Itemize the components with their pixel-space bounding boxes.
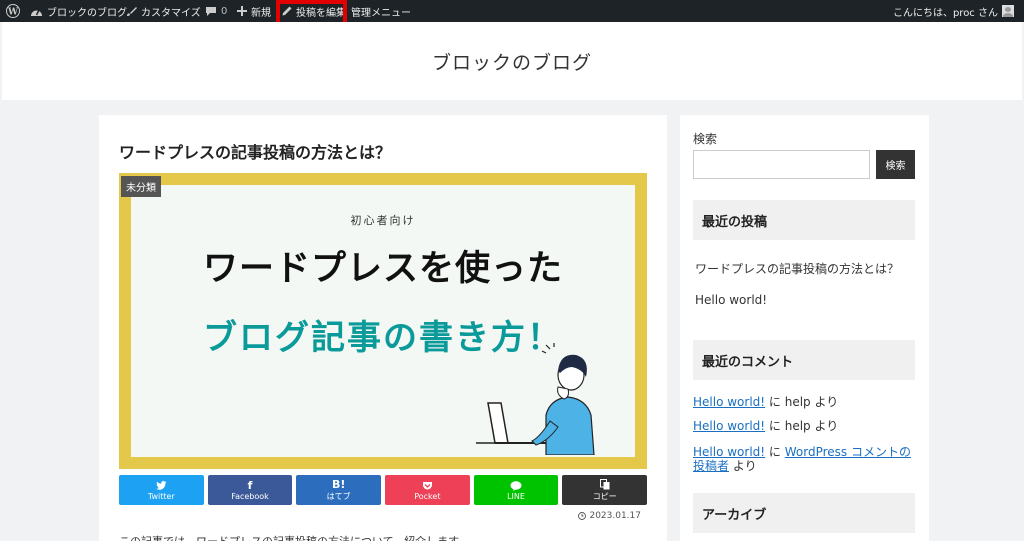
plus-icon [237,6,247,16]
comment-suffix: より [729,459,757,473]
facebook-icon: f [247,478,253,492]
hatena-bookmark-icon: B! [331,477,346,491]
share-line-label: LINE [507,492,525,501]
share-copy-button[interactable]: コピー [562,475,648,505]
admin-bar-account[interactable]: こんにちは、proc さん [893,0,1014,22]
archive-heading: アーカイブ [693,493,915,533]
site-header: ブロックのブログ [2,22,1022,100]
svg-text:W: W [7,8,19,18]
admin-bar-customize[interactable]: カスタマイズ [126,0,201,22]
post-title: ワードプレスの記事投稿の方法とは？ [119,143,392,162]
post-excerpt: この記事では、ワードプレスの記事投稿の方法について、紹介します。 [119,533,469,541]
wordpress-logo-menu[interactable]: W [6,0,20,22]
post-date-text: 2023.01.17 [589,511,641,521]
share-facebook-button[interactable]: f Facebook [207,475,293,505]
recent-comment-item: Hello world! に help より [693,395,915,409]
sidebar: 検索 検索 最近の投稿 ワードプレスの記事投稿の方法とは？ Hello worl… [680,115,929,541]
recent-post-link[interactable]: Hello world! [695,293,767,307]
admin-bar-site-label: ブロックのブログ [47,7,127,19]
share-facebook-label: Facebook [231,492,269,501]
recent-comment-item: Hello world! に WordPress コメントの投稿者 より [693,445,915,473]
line-icon [510,479,522,492]
share-twitter-label: Twitter [147,492,175,501]
recent-posts-heading: 最近の投稿 [693,200,915,240]
comment-post-link[interactable]: Hello world! [693,445,765,459]
clock-icon [578,512,587,520]
search-button[interactable]: 検索 [876,150,915,179]
admin-bar: W ブロックのブログ カスタマイズ 0 新規 投稿を編集 管理メニュー こんにち… [0,0,1024,22]
twitter-icon [155,479,167,492]
comment-connector: に [765,419,785,433]
comment-suffix: より [810,395,839,409]
copy-icon [599,478,610,491]
person-laptop-illustration [476,343,595,455]
pocket-icon [422,479,433,492]
share-hatebu-label: はてブ [326,492,351,501]
comment-connector: に [765,445,785,459]
comment-author: help [784,395,811,409]
share-hatebu-button[interactable]: B! はてブ [296,475,382,505]
main-article: ワードプレスの記事投稿の方法とは？ 初心者向け ワードプレスを使った ブログ記事… [99,115,667,541]
search-input[interactable] [693,150,870,179]
admin-bar-site-name[interactable]: ブロックのブログ [30,0,127,22]
share-pocket-label: Pocket [414,492,441,501]
dashboard-icon [31,9,42,16]
share-buttons: Twitter f Facebook B! はてブ Pocket LINE コピ… [119,475,648,505]
post-date: 2023.01.17 [578,511,641,521]
eyecatch-image: 初心者向け ワードプレスを使った ブログ記事の書き方！ 未分類 [119,173,647,469]
wordpress-icon: W [6,4,20,18]
comment-post-link[interactable]: Hello world! [693,395,765,409]
admin-bar-customize-label: カスタマイズ [141,7,201,19]
admin-bar-manage-label: 管理メニュー [351,7,411,19]
comment-author: help [784,419,811,433]
comment-connector: に [765,395,785,409]
eyecatch-subtitle: 初心者向け [350,214,416,227]
admin-bar-new[interactable]: 新規 [237,0,271,22]
recent-comments-heading: 最近のコメント [693,340,915,380]
category-badge[interactable]: 未分類 [121,176,161,197]
comment-suffix: より [810,419,839,433]
share-copy-label: コピー [592,492,617,501]
avatar [1002,5,1014,17]
eyecatch-headline: ワードプレスを使った [202,249,563,289]
brush-icon [127,6,137,16]
recent-comment-item: Hello world! に help より [693,419,915,433]
search-label: 検索 [693,132,718,146]
admin-bar-manage-menu[interactable]: 管理メニュー [351,0,411,22]
site-title[interactable]: ブロックのブログ [432,48,592,75]
share-pocket-button[interactable]: Pocket [385,475,470,505]
share-line-button[interactable]: LINE [473,475,559,505]
comment-bubble-icon [206,6,216,16]
admin-bar-comments-count: 0 [221,5,228,17]
recent-post-link[interactable]: ワードプレスの記事投稿の方法とは？ [695,260,899,277]
share-twitter-button[interactable]: Twitter [119,475,204,505]
admin-bar-new-label: 新規 [251,7,271,19]
admin-bar-comments[interactable]: 0 [205,0,227,22]
comment-post-link[interactable]: Hello world! [693,419,765,433]
eyecatch-inner: 初心者向け ワードプレスを使った ブログ記事の書き方！ [131,185,635,457]
admin-bar-howdy: こんにちは、proc さん [892,7,998,19]
